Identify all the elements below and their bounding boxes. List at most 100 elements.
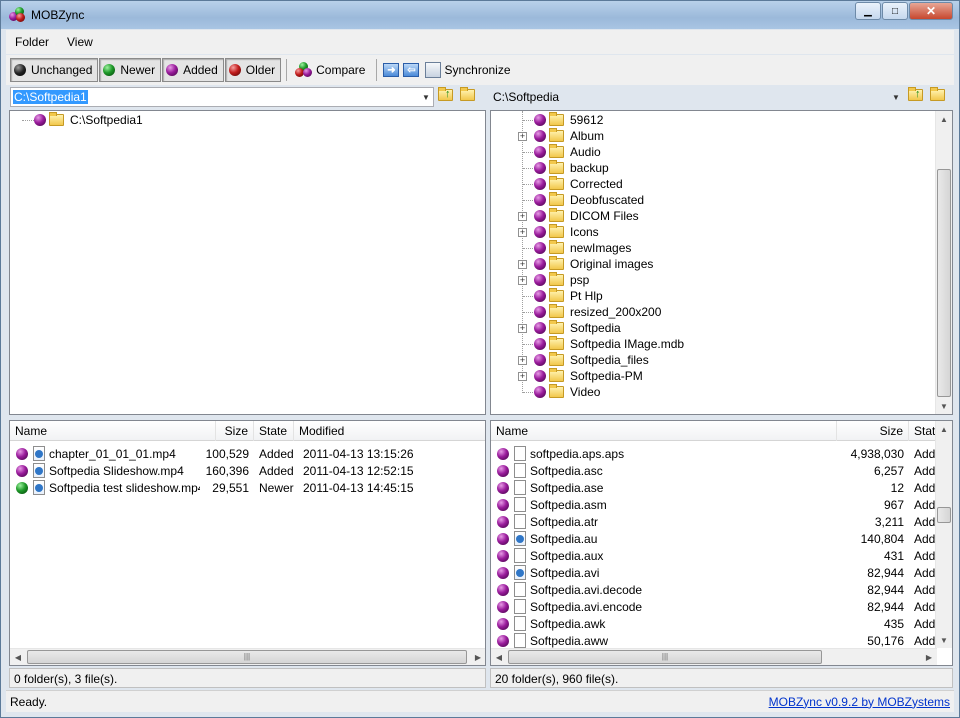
table-row[interactable]: Softpedia.au 140,804 Add: [491, 530, 937, 547]
table-row[interactable]: Softpedia Slideshow.mp4 160,396 Added 2011-…: [10, 462, 478, 479]
scroll-left-icon[interactable]: ◀: [491, 649, 507, 665]
tree-item[interactable]: DICOM Files: [534, 208, 639, 224]
compare-button[interactable]: Compare: [291, 58, 371, 82]
table-row[interactable]: softpedia.aps.aps 4,938,030 Add: [491, 445, 937, 462]
filter-added-button[interactable]: Added: [162, 58, 224, 82]
table-row[interactable]: Softpedia.aww 50,176 Add: [491, 632, 937, 649]
right-list-hscrollbar[interactable]: ◀ ||| ▶: [491, 648, 937, 665]
expand-icon[interactable]: +: [518, 356, 527, 365]
folder-icon: [549, 144, 564, 158]
menu-view[interactable]: View: [58, 35, 102, 49]
filter-newer-button[interactable]: Newer: [99, 58, 162, 82]
column-state[interactable]: State: [254, 421, 294, 441]
title-bar[interactable]: MOBZync ▁ □ ✕: [1, 1, 959, 29]
scroll-up-icon[interactable]: ▲: [936, 421, 952, 437]
expand-icon[interactable]: +: [518, 324, 527, 333]
table-row[interactable]: Softpedia.atr 3,211 Add: [491, 513, 937, 530]
tree-item[interactable]: Icons: [534, 224, 599, 240]
tree-item[interactable]: backup: [534, 160, 609, 176]
tree-item[interactable]: psp: [534, 272, 589, 288]
table-row[interactable]: Softpedia.ase 12 Add: [491, 479, 937, 496]
table-row[interactable]: Softpedia test slideshow.mp4 29,551 Newer 2…: [10, 479, 478, 496]
expand-icon[interactable]: +: [518, 212, 527, 221]
tree-item[interactable]: Audio: [534, 144, 601, 160]
expand-icon[interactable]: +: [518, 228, 527, 237]
tree-item[interactable]: Softpedia IMage.mdb: [534, 336, 684, 352]
minimize-button[interactable]: ▁: [855, 2, 881, 20]
copy-left-icon[interactable]: ⇦: [403, 63, 420, 77]
left-parent-folder-button[interactable]: ↑: [438, 87, 456, 105]
table-row[interactable]: Softpedia.aux 431 Add: [491, 547, 937, 564]
scroll-down-icon[interactable]: ▼: [936, 398, 952, 414]
file-name: Softpedia.ase: [530, 480, 604, 495]
tree-item[interactable]: Corrected: [534, 176, 623, 192]
right-list-header: Name Size Stat: [491, 421, 937, 441]
file-name: Softpedia.avi.decode: [530, 582, 643, 597]
tree-item[interactable]: Softpedia: [534, 320, 621, 336]
chevron-down-icon[interactable]: ▼: [419, 88, 433, 106]
tree-item[interactable]: resized_200x200: [534, 304, 661, 320]
filter-unchanged-button[interactable]: Unchanged: [10, 58, 99, 82]
scroll-thumb[interactable]: |||: [27, 650, 467, 664]
expand-icon[interactable]: +: [518, 372, 527, 381]
tree-item[interactable]: Softpedia_files: [534, 352, 649, 368]
close-button[interactable]: ✕: [909, 2, 953, 20]
right-folder-tree[interactable]: 59612 + Album Audio backup Corrected Deobfusca…: [490, 110, 953, 415]
compare-icon: [295, 62, 313, 78]
file-name: Softpedia.aux: [530, 548, 604, 563]
tree-item-root[interactable]: C:\Softpedia1: [34, 112, 143, 128]
tree-item[interactable]: newImages: [534, 240, 631, 256]
column-name[interactable]: Name: [491, 421, 837, 441]
left-file-list[interactable]: Name Size State Modified chapter_01_01_0…: [9, 420, 486, 666]
file-size: 50,176: [867, 633, 904, 648]
toolbar-separator: [286, 59, 288, 81]
filter-older-button[interactable]: Older: [224, 58, 282, 82]
table-row[interactable]: Softpedia.asm 967 Add: [491, 496, 937, 513]
chevron-down-icon[interactable]: ▼: [889, 88, 903, 106]
table-row[interactable]: Softpedia.asc 6,257 Add: [491, 462, 937, 479]
tree-item[interactable]: Pt Hlp: [534, 288, 603, 304]
about-link[interactable]: MOBZync v0.9.2 by MOBZystems: [769, 695, 950, 709]
tree-item[interactable]: Album: [534, 128, 604, 144]
tree-item[interactable]: Deobfuscated: [534, 192, 644, 208]
scroll-right-icon[interactable]: ▶: [921, 649, 937, 665]
table-row[interactable]: Softpedia.avi 82,944 Add: [491, 564, 937, 581]
right-file-list[interactable]: Name Size Stat softpedia.aps.aps 4,938,03…: [490, 420, 953, 666]
right-parent-folder-button[interactable]: ↑: [908, 87, 926, 105]
column-size[interactable]: Size: [216, 421, 254, 441]
column-modified[interactable]: Modified: [294, 421, 485, 441]
table-row[interactable]: chapter_01_01_01.mp4 100,529 Added 2011-04-…: [10, 445, 478, 462]
expand-icon[interactable]: +: [518, 260, 527, 269]
table-row[interactable]: Softpedia.avi.encode 82,944 Add: [491, 598, 937, 615]
expand-icon[interactable]: +: [518, 132, 527, 141]
right-tree-vscrollbar[interactable]: ▲ ▼: [935, 111, 952, 414]
right-path-combo[interactable]: C:\Softpedia ▼: [490, 87, 904, 107]
column-state[interactable]: Stat: [909, 421, 937, 441]
right-browse-folder-button[interactable]: [930, 87, 948, 105]
table-row[interactable]: Softpedia.awk 435 Add: [491, 615, 937, 632]
right-list-vscrollbar[interactable]: ▲ ▼: [935, 421, 952, 648]
scroll-thumb[interactable]: [937, 507, 951, 523]
scroll-thumb[interactable]: [937, 169, 951, 397]
left-path-combo[interactable]: C:\Softpedia1 ▼: [10, 87, 434, 107]
tree-item[interactable]: Original images: [534, 256, 653, 272]
expand-icon[interactable]: +: [518, 276, 527, 285]
scroll-right-icon[interactable]: ▶: [470, 649, 485, 665]
copy-right-icon[interactable]: ➜: [383, 63, 400, 77]
left-browse-folder-button[interactable]: [460, 87, 478, 105]
scroll-up-icon[interactable]: ▲: [936, 111, 952, 127]
table-row[interactable]: Softpedia.avi.decode 82,944 Add: [491, 581, 937, 598]
synchronize-button[interactable]: Synchronize: [421, 58, 516, 82]
column-name[interactable]: Name: [10, 421, 216, 441]
scroll-down-icon[interactable]: ▼: [936, 632, 952, 648]
left-folder-tree[interactable]: C:\Softpedia1: [9, 110, 486, 415]
scroll-thumb[interactable]: |||: [508, 650, 822, 664]
tree-item[interactable]: Video: [534, 384, 600, 400]
tree-item[interactable]: 59612: [534, 112, 603, 128]
left-list-hscrollbar[interactable]: ◀ ||| ▶: [10, 648, 485, 665]
maximize-button[interactable]: □: [882, 2, 908, 20]
tree-item[interactable]: Softpedia-PM: [534, 368, 643, 384]
menu-folder[interactable]: Folder: [6, 35, 58, 49]
column-size[interactable]: Size: [837, 421, 909, 441]
scroll-left-icon[interactable]: ◀: [10, 649, 26, 665]
